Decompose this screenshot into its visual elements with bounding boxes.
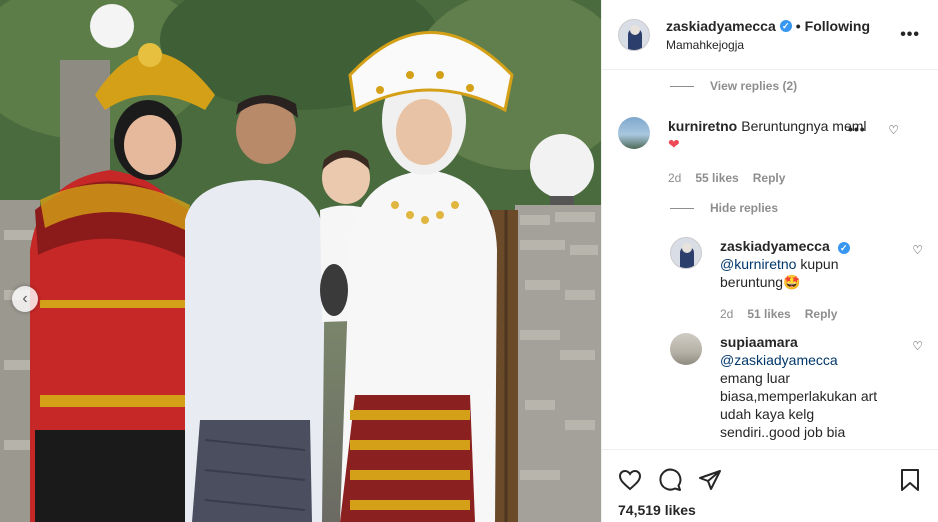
divider — [670, 207, 694, 209]
heart-icon[interactable]: ♡ — [888, 123, 899, 137]
comment-icon[interactable] — [658, 468, 682, 492]
post-photo[interactable]: ‹ — [0, 0, 601, 522]
mention-link[interactable]: @kurniretno — [720, 256, 796, 272]
mention-link[interactable]: @zaskiadyamecca — [720, 352, 838, 368]
reply-button[interactable]: Reply — [753, 169, 786, 187]
comment-item: kurniretno Beruntungnya meml ❤ 2d 55 like… — [618, 117, 923, 187]
post-location[interactable]: Mamahkejogja — [666, 38, 870, 52]
action-bar — [602, 450, 938, 498]
comment-age[interactable]: 2d — [720, 305, 733, 323]
post-side-panel: zaskiadyamecca ✓ • Following Mamahkejogj… — [601, 0, 938, 522]
red-heart-emoji: ❤ — [668, 136, 680, 152]
reply-item: zaskiadyamecca ✓ @kurniretno kupun berunt… — [670, 237, 923, 323]
view-replies-toggle[interactable]: View replies (2) — [670, 79, 797, 93]
share-icon[interactable] — [698, 468, 722, 492]
author-username[interactable]: zaskiadyamecca — [666, 18, 776, 34]
photo-illustration — [0, 0, 601, 522]
heart-icon[interactable]: ♡ — [912, 339, 923, 353]
separator-dot: • — [795, 17, 801, 34]
bookmark-icon[interactable] — [898, 468, 922, 492]
reply-item: supiaamara @zaskiadyamecca emang luar bi… — [670, 333, 923, 441]
reply-button[interactable]: Reply — [805, 305, 838, 323]
commenter-avatar[interactable] — [670, 237, 702, 269]
post-footer: 74,519 likes — [602, 449, 938, 522]
comment-age[interactable]: 2d — [668, 169, 681, 187]
likes-count[interactable]: 74,519 likes — [602, 498, 938, 518]
verified-badge-icon: ✓ — [779, 19, 792, 32]
chevron-left-icon: ‹ — [22, 290, 28, 307]
star-eyes-emoji: 🤩 — [783, 274, 801, 290]
heart-icon[interactable] — [618, 468, 642, 492]
comments-list[interactable]: View replies (2) kurniretno Beruntungnya … — [602, 71, 938, 449]
hide-replies-toggle[interactable]: Hide replies — [670, 201, 778, 215]
following-button[interactable]: Following — [805, 18, 870, 34]
comment-more-icon[interactable]: ••• — [848, 121, 866, 137]
comment-likes[interactable]: 55 likes — [695, 169, 738, 187]
commenter-avatar[interactable] — [670, 333, 702, 365]
hide-replies-label: Hide replies — [710, 201, 779, 215]
comment-text: emang luar biasa,memperlakukan art udah … — [720, 370, 878, 440]
commenter-username[interactable]: supiaamara — [720, 334, 798, 350]
carousel-prev-button[interactable]: ‹ — [12, 286, 38, 312]
commenter-avatar[interactable] — [618, 117, 650, 149]
commenter-username[interactable]: zaskiadyamecca — [720, 238, 830, 254]
heart-icon[interactable]: ♡ — [912, 243, 923, 257]
view-replies-label: View replies (2) — [710, 79, 798, 93]
comment-likes[interactable]: 51 likes — [747, 305, 790, 323]
commenter-username[interactable]: kurniretno — [668, 118, 737, 134]
more-horizontal-icon[interactable]: ••• — [900, 26, 920, 44]
verified-badge-icon: ✓ — [837, 242, 850, 254]
divider — [670, 85, 694, 87]
author-avatar[interactable] — [618, 18, 650, 51]
post-header: zaskiadyamecca ✓ • Following Mamahkejogj… — [602, 0, 938, 70]
instagram-post-modal: ‹ zaskiadyamecca ✓ • Following Mamahkejo… — [0, 0, 938, 522]
